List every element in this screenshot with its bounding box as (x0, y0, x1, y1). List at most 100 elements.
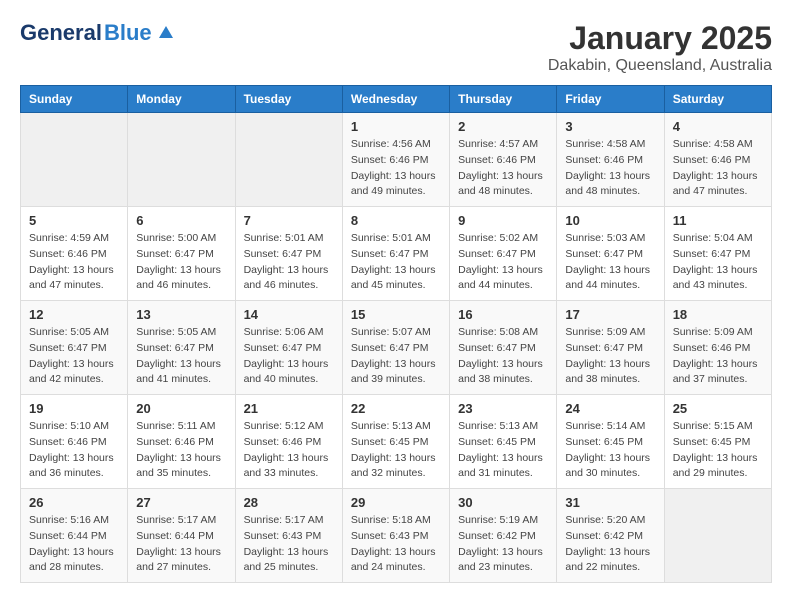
calendar-cell: 27 Sunrise: 5:17 AM Sunset: 6:44 PM Dayli… (128, 489, 235, 583)
calendar-cell: 8 Sunrise: 5:01 AM Sunset: 6:47 PM Daylig… (342, 207, 449, 301)
day-info: Sunrise: 5:14 AM Sunset: 6:45 PM Dayligh… (565, 419, 655, 482)
day-number: 6 (136, 213, 226, 228)
month-title: January 2025 (548, 20, 772, 57)
day-info: Sunrise: 5:16 AM Sunset: 6:44 PM Dayligh… (29, 513, 119, 576)
day-number: 31 (565, 495, 655, 510)
calendar-week-row: 5 Sunrise: 4:59 AM Sunset: 6:46 PM Daylig… (21, 207, 772, 301)
weekday-header: Tuesday (235, 86, 342, 113)
calendar-cell: 28Sunrise: 5:17 AM Sunset: 6:43 PM Dayli… (235, 489, 342, 583)
day-number: 8 (351, 213, 441, 228)
day-info: Sunrise: 5:11 AM Sunset: 6:46 PM Dayligh… (136, 419, 226, 482)
calendar-cell: 22 Sunrise: 5:13 AM Sunset: 6:45 PM Dayli… (342, 395, 449, 489)
day-info: Sunrise: 5:01 AM Sunset: 6:47 PM Dayligh… (351, 231, 441, 294)
calendar-week-row: 12 Sunrise: 5:05 AM Sunset: 6:47 PM Dayli… (21, 301, 772, 395)
calendar-week-row: 1 Sunrise: 4:56 AM Sunset: 6:46 PM Daylig… (21, 113, 772, 207)
weekday-header: Wednesday (342, 86, 449, 113)
calendar-cell: 30Sunrise: 5:19 AM Sunset: 6:42 PM Dayli… (450, 489, 557, 583)
weekday-header: Monday (128, 86, 235, 113)
day-info: Sunrise: 5:10 AM Sunset: 6:46 PM Dayligh… (29, 419, 119, 482)
day-info: Sunrise: 4:58 AM Sunset: 6:46 PM Dayligh… (565, 137, 655, 200)
day-number: 14 (244, 307, 334, 322)
weekday-header: Sunday (21, 86, 128, 113)
calendar-cell (235, 113, 342, 207)
calendar-cell: 31 Sunrise: 5:20 AM Sunset: 6:42 PM Dayli… (557, 489, 664, 583)
day-info: Sunrise: 5:09 AM Sunset: 6:47 PM Dayligh… (565, 325, 655, 388)
weekday-header: Saturday (664, 86, 771, 113)
calendar-week-row: 19 Sunrise: 5:10 AM Sunset: 6:46 PM Dayli… (21, 395, 772, 489)
calendar-cell: 20 Sunrise: 5:11 AM Sunset: 6:46 PM Dayli… (128, 395, 235, 489)
day-info: Sunrise: 5:06 AM Sunset: 6:47 PM Dayligh… (244, 325, 334, 388)
day-info: Sunrise: 5:09 AM Sunset: 6:46 PM Dayligh… (673, 325, 763, 388)
day-number: 18 (673, 307, 763, 322)
calendar-cell: 14 Sunrise: 5:06 AM Sunset: 6:47 PM Dayli… (235, 301, 342, 395)
weekday-header: Friday (557, 86, 664, 113)
calendar-cell (664, 489, 771, 583)
day-number: 3 (565, 119, 655, 134)
logo-triangle-icon (155, 20, 177, 42)
day-info: Sunrise: 4:57 AM Sunset: 6:46 PM Dayligh… (458, 137, 548, 200)
calendar-cell: 24 Sunrise: 5:14 AM Sunset: 6:45 PM Dayli… (557, 395, 664, 489)
day-number: 29 (351, 495, 441, 510)
day-info: Sunrise: 4:56 AM Sunset: 6:46 PM Dayligh… (351, 137, 441, 200)
day-info: Sunrise: 4:59 AM Sunset: 6:46 PM Dayligh… (29, 231, 119, 294)
header: General Blue January 2025 Dakabin, Queen… (20, 20, 772, 75)
logo-general: General (20, 20, 102, 46)
day-info: Sunrise: 5:17 AM Sunset: 6:44 PM Dayligh… (136, 513, 226, 576)
calendar-cell: 10Sunrise: 5:03 AM Sunset: 6:47 PM Dayli… (557, 207, 664, 301)
calendar-cell: 6Sunrise: 5:00 AM Sunset: 6:47 PM Daylig… (128, 207, 235, 301)
day-info: Sunrise: 5:07 AM Sunset: 6:47 PM Dayligh… (351, 325, 441, 388)
day-number: 23 (458, 401, 548, 416)
day-number: 27 (136, 495, 226, 510)
day-number: 24 (565, 401, 655, 416)
day-number: 17 (565, 307, 655, 322)
calendar-cell: 5 Sunrise: 4:59 AM Sunset: 6:46 PM Daylig… (21, 207, 128, 301)
day-info: Sunrise: 5:05 AM Sunset: 6:47 PM Dayligh… (29, 325, 119, 388)
day-info: Sunrise: 5:04 AM Sunset: 6:47 PM Dayligh… (673, 231, 763, 294)
calendar-cell: 13Sunrise: 5:05 AM Sunset: 6:47 PM Dayli… (128, 301, 235, 395)
logo: General Blue (20, 20, 177, 46)
calendar-cell: 7 Sunrise: 5:01 AM Sunset: 6:47 PM Daylig… (235, 207, 342, 301)
day-number: 13 (136, 307, 226, 322)
calendar-cell: 21Sunrise: 5:12 AM Sunset: 6:46 PM Dayli… (235, 395, 342, 489)
day-info: Sunrise: 4:58 AM Sunset: 6:46 PM Dayligh… (673, 137, 763, 200)
location-title: Dakabin, Queensland, Australia (548, 57, 772, 75)
day-number: 9 (458, 213, 548, 228)
calendar-table: SundayMondayTuesdayWednesdayThursdayFrid… (20, 85, 772, 583)
calendar-cell: 11 Sunrise: 5:04 AM Sunset: 6:47 PM Dayli… (664, 207, 771, 301)
weekday-header: Thursday (450, 86, 557, 113)
calendar-cell: 15 Sunrise: 5:07 AM Sunset: 6:47 PM Dayli… (342, 301, 449, 395)
day-info: Sunrise: 5:20 AM Sunset: 6:42 PM Dayligh… (565, 513, 655, 576)
calendar-cell: 19 Sunrise: 5:10 AM Sunset: 6:46 PM Dayli… (21, 395, 128, 489)
day-number: 21 (244, 401, 334, 416)
day-number: 15 (351, 307, 441, 322)
calendar-cell: 1 Sunrise: 4:56 AM Sunset: 6:46 PM Daylig… (342, 113, 449, 207)
calendar-cell: 12 Sunrise: 5:05 AM Sunset: 6:47 PM Dayli… (21, 301, 128, 395)
day-number: 16 (458, 307, 548, 322)
calendar-cell: 29Sunrise: 5:18 AM Sunset: 6:43 PM Dayli… (342, 489, 449, 583)
day-number: 12 (29, 307, 119, 322)
weekday-header-row: SundayMondayTuesdayWednesdayThursdayFrid… (21, 86, 772, 113)
day-number: 26 (29, 495, 119, 510)
day-info: Sunrise: 5:19 AM Sunset: 6:42 PM Dayligh… (458, 513, 548, 576)
day-info: Sunrise: 5:13 AM Sunset: 6:45 PM Dayligh… (458, 419, 548, 482)
calendar-cell: 16Sunrise: 5:08 AM Sunset: 6:47 PM Dayli… (450, 301, 557, 395)
calendar-cell: 17 Sunrise: 5:09 AM Sunset: 6:47 PM Dayli… (557, 301, 664, 395)
calendar-cell: 2 Sunrise: 4:57 AM Sunset: 6:46 PM Daylig… (450, 113, 557, 207)
day-number: 2 (458, 119, 548, 134)
day-number: 5 (29, 213, 119, 228)
calendar-cell: 3 Sunrise: 4:58 AM Sunset: 6:46 PM Daylig… (557, 113, 664, 207)
day-number: 20 (136, 401, 226, 416)
calendar-cell (128, 113, 235, 207)
day-info: Sunrise: 5:13 AM Sunset: 6:45 PM Dayligh… (351, 419, 441, 482)
day-info: Sunrise: 5:02 AM Sunset: 6:47 PM Dayligh… (458, 231, 548, 294)
day-number: 11 (673, 213, 763, 228)
day-number: 7 (244, 213, 334, 228)
day-number: 1 (351, 119, 441, 134)
calendar-cell: 18 Sunrise: 5:09 AM Sunset: 6:46 PM Dayli… (664, 301, 771, 395)
calendar-cell: 9 Sunrise: 5:02 AM Sunset: 6:47 PM Daylig… (450, 207, 557, 301)
calendar-week-row: 26 Sunrise: 5:16 AM Sunset: 6:44 PM Dayli… (21, 489, 772, 583)
day-info: Sunrise: 5:01 AM Sunset: 6:47 PM Dayligh… (244, 231, 334, 294)
calendar-cell (21, 113, 128, 207)
day-number: 19 (29, 401, 119, 416)
day-number: 22 (351, 401, 441, 416)
